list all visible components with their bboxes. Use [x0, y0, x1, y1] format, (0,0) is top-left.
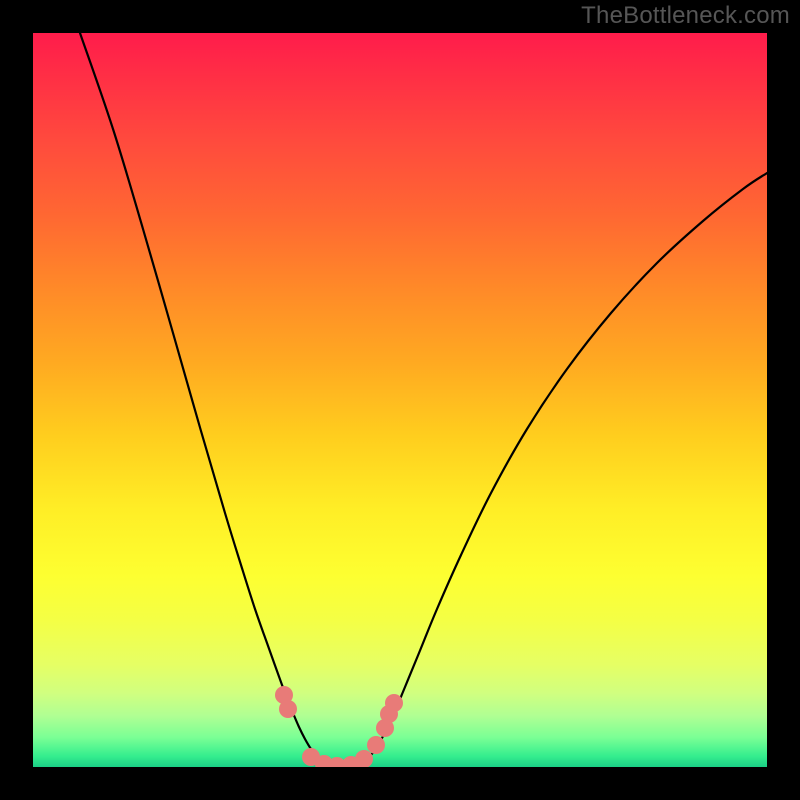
chart-svg	[33, 33, 767, 767]
data-marker	[367, 736, 385, 754]
gradient-background	[33, 33, 767, 767]
data-marker	[385, 694, 403, 712]
data-marker	[279, 700, 297, 718]
plot-area	[33, 33, 767, 767]
watermark-text: TheBottleneck.com	[581, 2, 790, 30]
chart-frame: TheBottleneck.com	[0, 0, 800, 800]
